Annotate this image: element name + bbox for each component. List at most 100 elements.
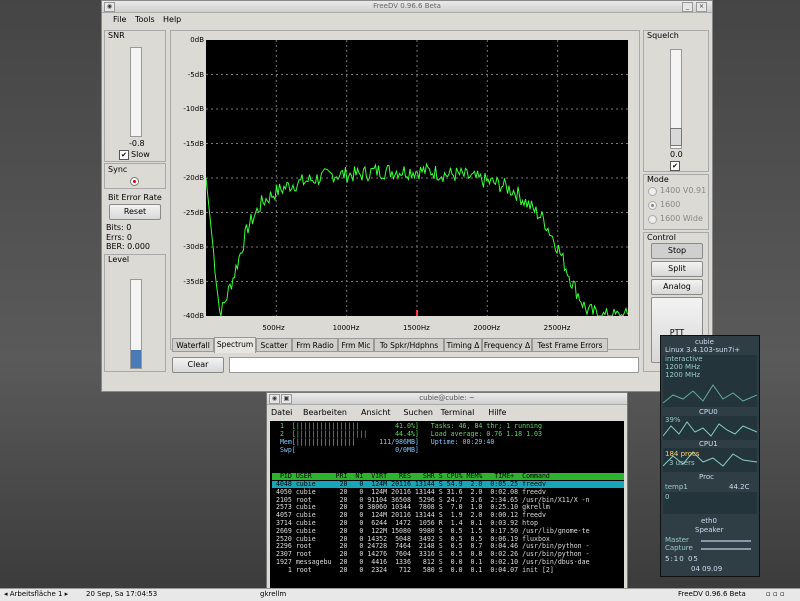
mode-label: Mode	[647, 175, 669, 184]
squelch-label: Squelch	[647, 31, 679, 40]
text-output-field[interactable]	[229, 357, 639, 373]
terminal-menu-item[interactable]: Hilfe	[488, 408, 506, 417]
taskbar: ◂ Arbeitsfläche 1 ▸ 20 Sep, Sa 17:04:53 …	[0, 588, 800, 601]
terminal-screen[interactable]: 1 [|||||||||||||||| 41.0%] Tasks: 46, 84…	[270, 421, 624, 589]
terminal-menu-icon[interactable]: ◉	[269, 394, 280, 404]
slow-label: Slow	[131, 150, 150, 159]
spectrum-plot	[205, 40, 628, 317]
gk-cpu0: CPU0	[699, 408, 718, 416]
gk-proc: Proc	[699, 473, 714, 481]
reset-button[interactable]: Reset	[109, 204, 161, 220]
slow-checkbox[interactable]: ✔	[119, 150, 129, 160]
gk-host: cubie	[695, 338, 714, 346]
split-button[interactable]: Split	[651, 261, 703, 277]
tab-spectrum[interactable]: Spectrum	[214, 337, 256, 353]
taskbar-item-freedv[interactable]: FreeDV 0.96.6 Beta	[678, 590, 746, 598]
gk-master-slider[interactable]	[701, 540, 751, 542]
gk-capture: Capture	[665, 544, 693, 552]
ber-label: Bit Error Rate	[108, 193, 162, 202]
workspace-switcher[interactable]: ◂ Arbeitsfläche 1 ▸	[4, 590, 68, 598]
gk-speaker: Speaker	[695, 526, 724, 534]
clear-button[interactable]: Clear	[172, 357, 224, 373]
mode-option-label: 1400 V0.91	[660, 186, 707, 195]
y-tick-label: -30dB	[183, 243, 204, 251]
tab-scatter[interactable]: Scatter	[256, 338, 292, 352]
y-tick-label: -40dB	[183, 312, 204, 320]
ber-text: BER: 0.000	[106, 242, 150, 251]
gk-governor: interactive	[665, 355, 703, 363]
y-tick-label: -5dB	[187, 70, 204, 79]
tab-frm-mic[interactable]: Frm Mic	[338, 338, 374, 352]
htop-process-row[interactable]: 4050 cubie 20 0 124M 20116 13144 S 31.6 …	[272, 488, 546, 496]
gk-users: 3 users	[669, 459, 695, 467]
radio-icon[interactable]	[648, 215, 657, 224]
htop-process-row[interactable]: 2669 cubie 20 0 122M 15080 9980 S 0.5 1.…	[272, 527, 590, 535]
gk-net-chart	[663, 492, 757, 514]
analog-button[interactable]: Analog	[651, 279, 703, 295]
gk-eth0: eth0	[701, 517, 717, 525]
sync-panel: Sync	[104, 163, 166, 189]
tab-frequency[interactable]: Frequency Δ	[482, 338, 532, 352]
close-icon[interactable]: ×	[696, 2, 707, 12]
title-bar[interactable]: FreeDV 0.96.6 Beta ◉ _ ×	[102, 1, 712, 13]
squelch-checkbox[interactable]: ✔	[670, 161, 680, 171]
htop-meter-line: Swp[ 0/0MB]	[272, 446, 419, 454]
sync-label: Sync	[108, 165, 128, 174]
x-tick-label: 500Hz	[262, 324, 285, 332]
x-tick-label: 1500Hz	[403, 324, 430, 332]
mode-option-label: 1600	[660, 200, 681, 209]
squelch-slider-handle[interactable]	[670, 128, 682, 146]
tab-test-frame-errors[interactable]: Test Frame Errors	[532, 338, 608, 352]
taskbar-window-icons[interactable]: ▫ ▫ ▫	[766, 590, 785, 598]
gk-net-value: 0	[665, 493, 670, 501]
gk-procs: 184 procs	[665, 450, 700, 458]
gk-temp-value: 44.2C	[729, 483, 750, 491]
stop-button[interactable]: Stop	[651, 243, 703, 259]
menu-file[interactable]: File	[113, 15, 126, 24]
tab-waterfall[interactable]: Waterfall	[172, 338, 214, 352]
menu-tools[interactable]: Tools	[135, 15, 155, 24]
terminal-title: cubie@cubie: ~	[419, 394, 475, 402]
taskbar-item-gkrellm[interactable]: gkrellm	[260, 590, 286, 598]
terminal-menu-item[interactable]: Terminal	[441, 408, 475, 417]
gkrellm-window: cubie Linux 3.4.103-sun7i+ interactive 1…	[660, 335, 760, 577]
terminal-menu-item[interactable]: Suchen	[403, 408, 433, 417]
gk-kernel: Linux 3.4.103-sun7i+	[665, 346, 741, 354]
minimize-icon[interactable]: _	[682, 2, 693, 12]
snr-value: -0.8	[129, 139, 145, 148]
mode-panel: Mode 1400 V0.91 1600 1600 Wide	[643, 174, 709, 230]
gk-master: Master	[665, 536, 689, 544]
control-label: Control	[647, 233, 676, 242]
tab-timing[interactable]: Timing Δ	[444, 338, 482, 352]
snr-label: SNR	[108, 31, 125, 40]
radio-icon[interactable]	[648, 187, 657, 196]
y-tick-label: -20dB	[183, 174, 204, 182]
x-tick-label: 1000Hz	[332, 324, 360, 332]
x-tick-label: 2000Hz	[473, 324, 501, 332]
menu-help[interactable]: Help	[163, 15, 181, 24]
terminal-menu-item[interactable]: Datei	[271, 408, 292, 417]
level-panel: Level	[104, 254, 166, 372]
tab-to-spkr-hdphns[interactable]: To Spkr/Hdphns	[374, 338, 444, 352]
tab-frm-radio[interactable]: Frm Radio	[292, 338, 338, 352]
terminal-menu-item[interactable]: Bearbeiten	[303, 408, 347, 417]
window-menu-icon[interactable]: ◉	[104, 2, 115, 12]
y-tick-label: 0dB	[190, 36, 204, 44]
gk-temp-label: temp1	[665, 483, 688, 491]
gk-clock: 5:10 05	[665, 555, 699, 563]
errs-text: Errs: 0	[106, 233, 132, 242]
htop-process-row[interactable]: 1 root 20 0 2324 712 580 S 0.0 0.1 0:04.…	[272, 566, 554, 574]
radio-icon[interactable]	[648, 201, 657, 210]
gk-freq1: 1200 MHz	[665, 363, 701, 371]
terminal-menu-item[interactable]: Ansicht	[361, 408, 391, 417]
gk-capture-slider[interactable]	[701, 548, 751, 550]
terminal-title-bar[interactable]: cubie@cubie: ~ ◉ ▣	[267, 393, 627, 405]
squelch-slider[interactable]	[670, 49, 682, 149]
x-tick-label: 2500Hz	[543, 324, 571, 332]
gk-freq2: 1200 MHz	[665, 371, 701, 379]
window-title: FreeDV 0.96.6 Beta	[373, 2, 441, 10]
gk-cpu1: CPU1	[699, 440, 718, 448]
level-label: Level	[108, 255, 130, 264]
radio-dot-icon	[651, 204, 654, 207]
taskbar-clock: 20 Sep, Sa 17:04:53	[86, 590, 158, 598]
